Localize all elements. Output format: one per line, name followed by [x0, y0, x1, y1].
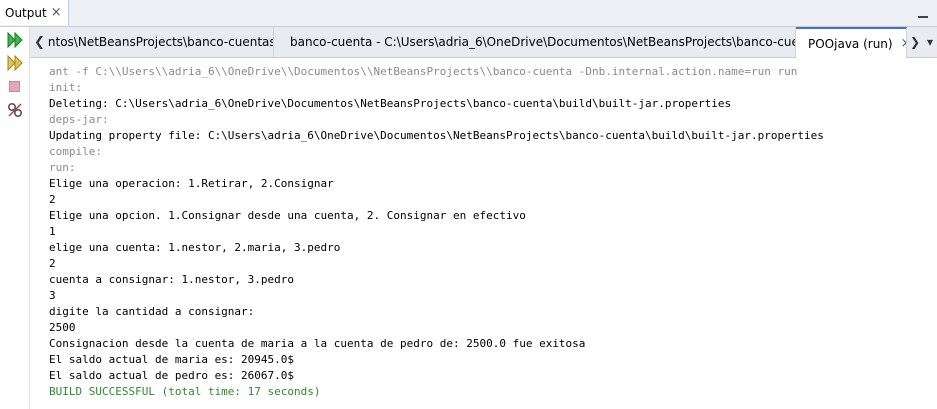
console-line: cuenta a consignar: 1.nestor, 3.pedro: [49, 273, 295, 286]
rerun-icon[interactable]: [6, 31, 24, 49]
tab-label: POOjava (run): [808, 36, 893, 51]
output-toolbar: [0, 27, 30, 409]
console-line: 2: [49, 193, 56, 206]
tab-poojava-run[interactable]: POOjava (run) ×: [796, 27, 907, 58]
console-line: ant -f C:\\Users\\adria_6\\OneDrive\\Doc…: [49, 65, 798, 78]
console-line: Elige una operacion: 1.Retirar, 2.Consig…: [49, 177, 334, 190]
console-line: El saldo actual de maria es: 20945.0$: [49, 353, 295, 366]
stop-icon[interactable]: [6, 78, 24, 96]
tab-label: ntos\NetBeansProjects\banco-cuentas: [47, 35, 274, 49]
chevron-left-icon[interactable]: ❮: [34, 35, 45, 50]
console-line: compile:: [49, 145, 102, 158]
chevron-down-icon[interactable]: ▾: [923, 27, 937, 57]
tab-label: banco-cuenta - C:\Users\adria_6\OneDrive…: [290, 35, 796, 49]
console-line: init:: [49, 81, 83, 94]
output-tab-label: Output: [5, 5, 47, 20]
output-window: Output × ❮ ntos\NetBeansProjects\banco-c…: [0, 0, 937, 409]
settings-icon[interactable]: [6, 101, 24, 119]
run-tabs: ❮ ntos\NetBeansProjects\banco-cuentas × …: [30, 27, 937, 58]
output-panel-header: Output ×: [0, 0, 937, 27]
console-line: 2: [49, 257, 56, 270]
output-tab[interactable]: Output ×: [0, 0, 69, 25]
console-line: Elige una opcion. 1.Consignar desde una …: [49, 209, 526, 222]
console-line: run:: [49, 161, 76, 174]
tab-banco-cuentas[interactable]: ❮ ntos\NetBeansProjects\banco-cuentas ×: [30, 27, 274, 57]
rerun-with-params-icon[interactable]: [6, 54, 24, 72]
console-line: Updating property file: C:\Users\adria_6…: [49, 129, 824, 142]
console-line: digite la cantidad a consignar:: [49, 305, 255, 318]
close-icon[interactable]: ×: [51, 6, 62, 19]
tab-banco-cuenta[interactable]: banco-cuenta - C:\Users\adria_6\OneDrive…: [274, 27, 796, 57]
console-line: 1: [49, 225, 56, 238]
chevron-right-icon[interactable]: ❯: [907, 27, 923, 57]
build-status-line: BUILD SUCCESSFUL (total time: 17 seconds…: [49, 385, 321, 398]
console-output[interactable]: ant -f C:\\Users\\adria_6\\OneDrive\\Doc…: [49, 64, 934, 400]
console-line: deps-jar:: [49, 113, 109, 126]
console-line: El saldo actual de pedro es: 26067.0$: [49, 369, 295, 382]
console-line: Consignacion desde la cuenta de maria a …: [49, 337, 586, 350]
console-line: Deleting: C:\Users\adria_6\OneDrive\Docu…: [49, 97, 732, 110]
minimize-icon[interactable]: [916, 5, 930, 19]
console-line: 2500: [49, 321, 76, 334]
console-line: 3: [49, 289, 56, 302]
console-line: elige una cuenta: 1.nestor, 2.maria, 3.p…: [49, 241, 341, 254]
